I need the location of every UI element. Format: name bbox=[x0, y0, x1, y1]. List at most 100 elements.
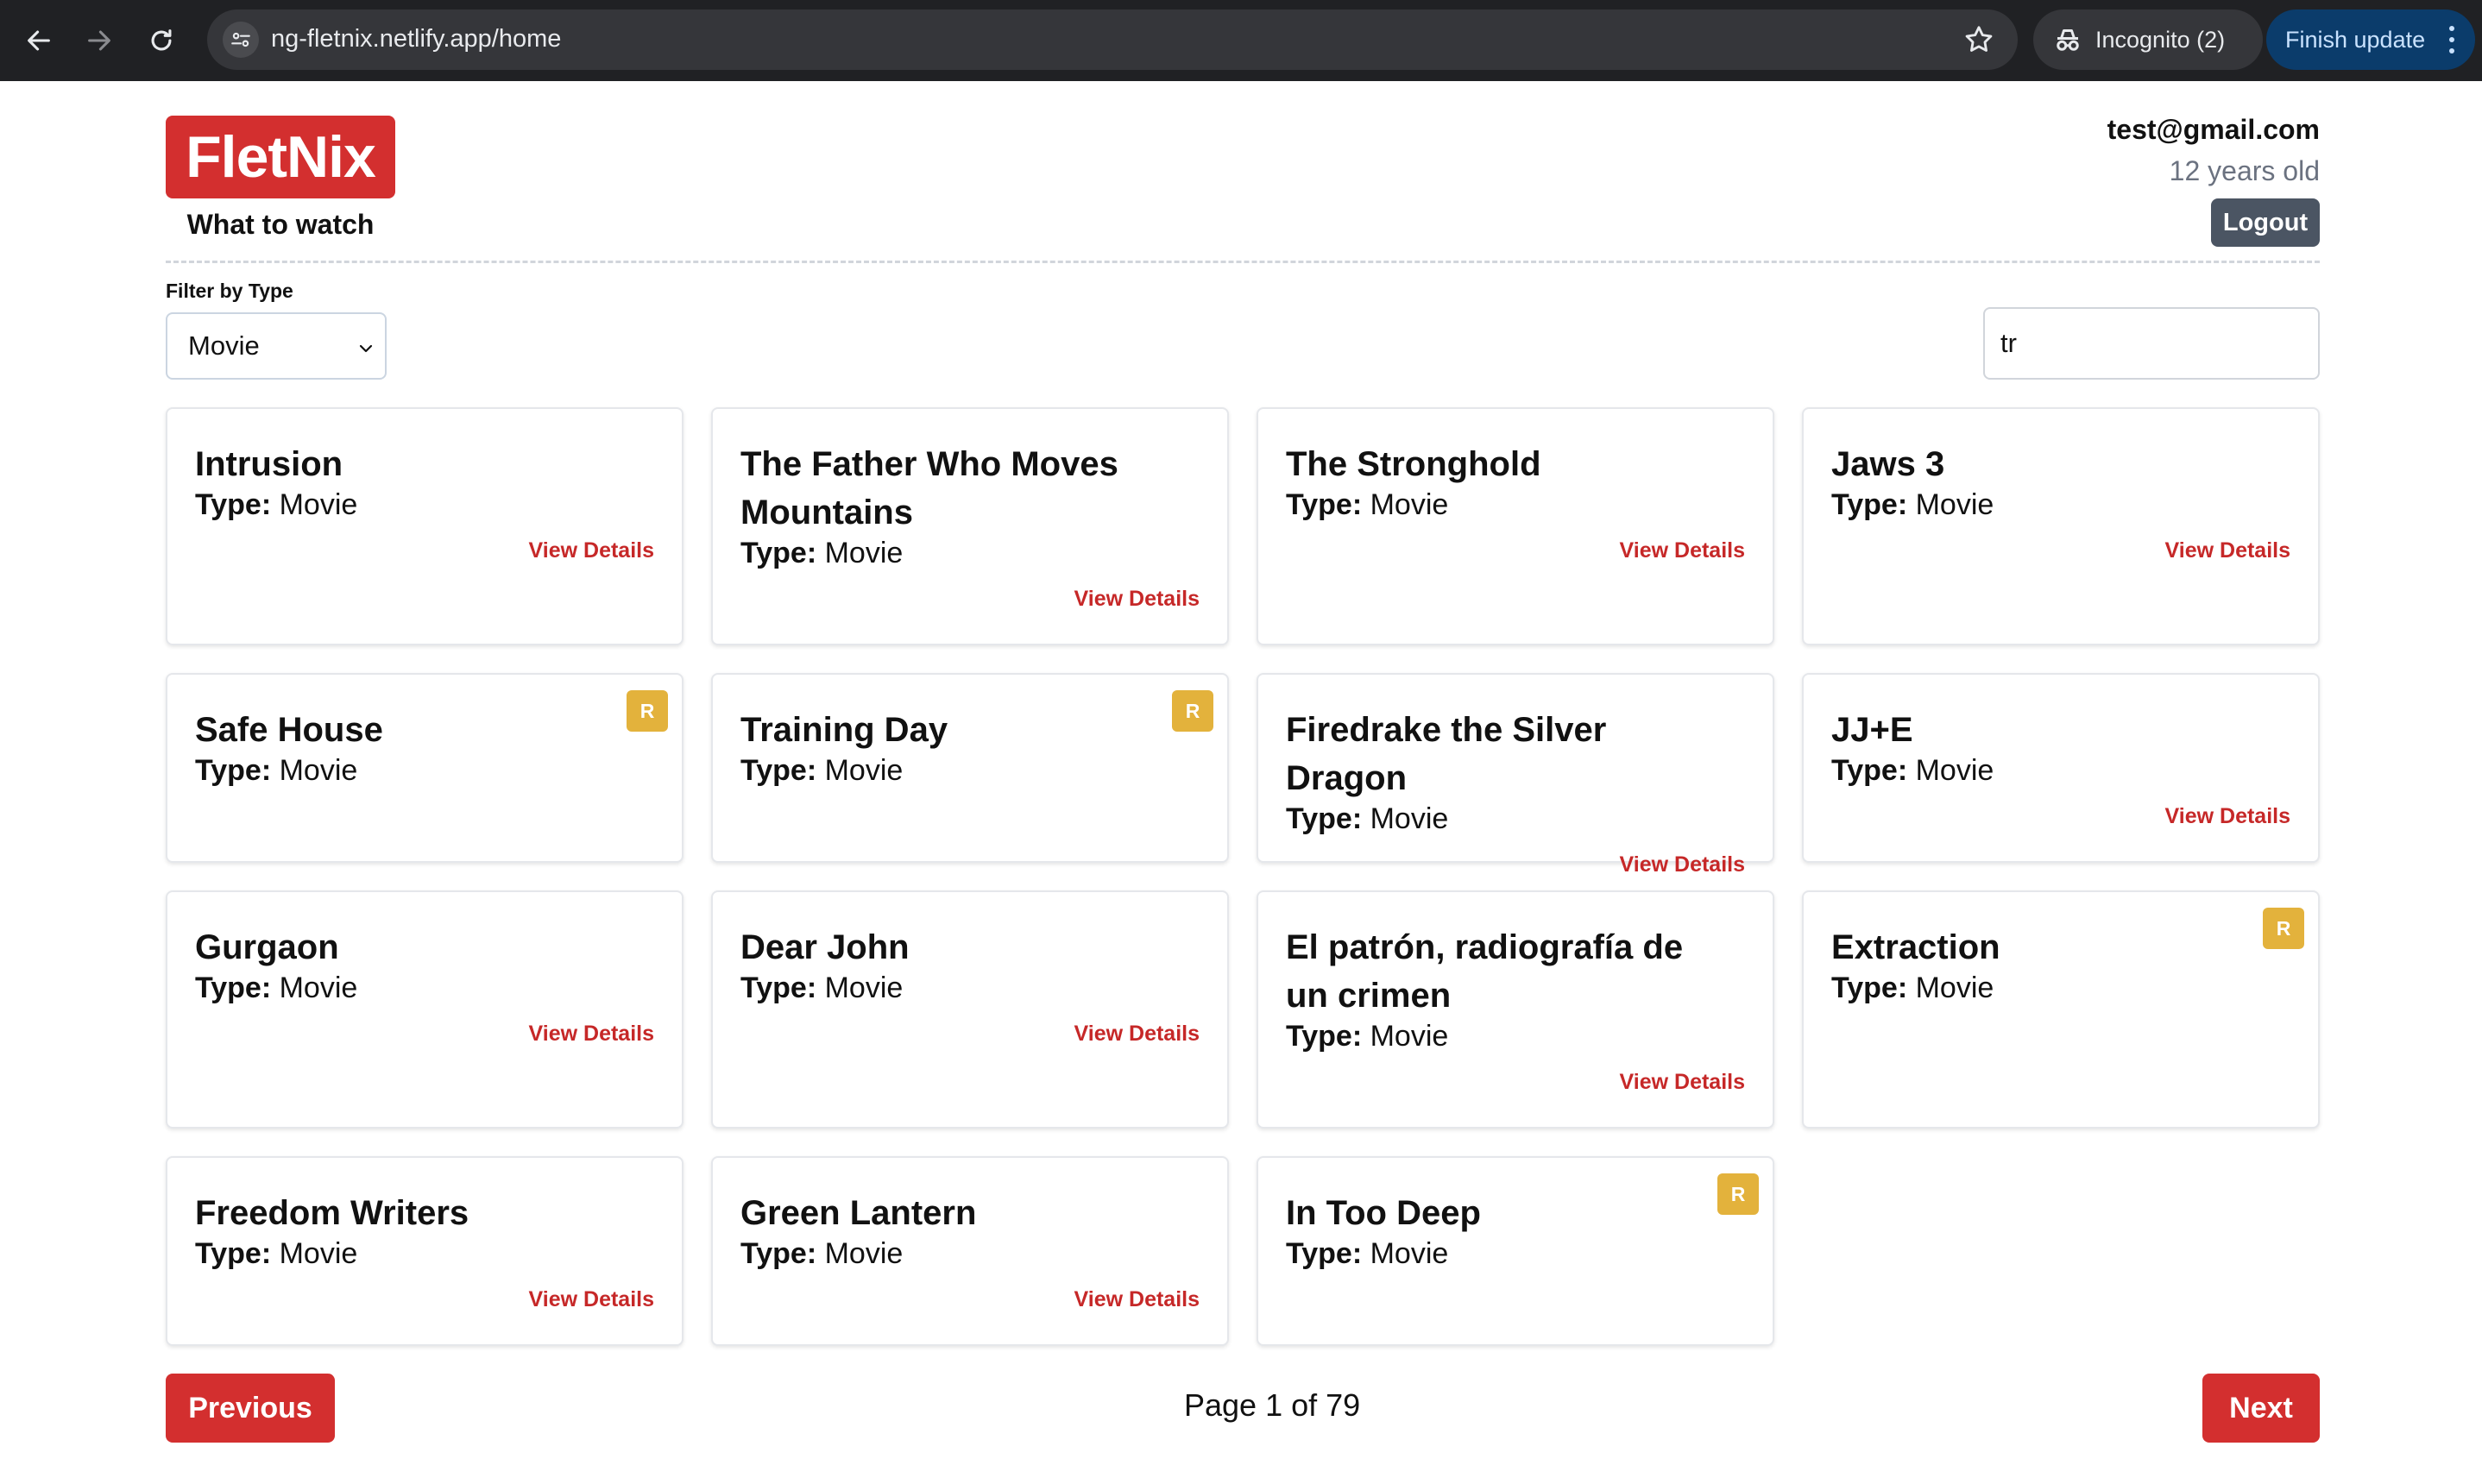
type-filter-value: Movie bbox=[188, 330, 260, 361]
view-details-link[interactable]: View Details bbox=[1074, 587, 1200, 612]
view-details-link[interactable]: View Details bbox=[1074, 1287, 1200, 1312]
finish-update-button[interactable]: Finish update bbox=[2266, 9, 2475, 70]
title-card[interactable]: Gurgaon Type: Movie View Details bbox=[166, 890, 683, 1129]
title-card[interactable]: In Too Deep Type: Movie R bbox=[1257, 1156, 1774, 1346]
view-details-link[interactable]: View Details bbox=[1074, 1022, 1200, 1047]
next-button[interactable]: Next bbox=[2202, 1374, 2320, 1443]
tagline: What to watch bbox=[186, 209, 375, 240]
title-card[interactable]: The Father Who Moves Mountains Type: Movi… bbox=[711, 407, 1229, 645]
title-card[interactable]: Jaws 3 Type: Movie View Details bbox=[1802, 407, 2320, 645]
rating-badge: R bbox=[1172, 690, 1213, 732]
card-type: Type: Movie bbox=[1286, 1237, 1448, 1271]
card-type-label: Type: bbox=[1831, 754, 1908, 787]
title-card[interactable]: Green Lantern Type: Movie View Details bbox=[711, 1156, 1229, 1346]
bookmark-star-icon[interactable] bbox=[1962, 23, 1995, 56]
card-title: Intrusion bbox=[195, 445, 343, 483]
reload-button[interactable] bbox=[140, 19, 183, 62]
card-type: Type: Movie bbox=[1831, 488, 1994, 522]
previous-button[interactable]: Previous bbox=[166, 1374, 335, 1443]
site-settings-icon[interactable] bbox=[223, 22, 259, 58]
rating-badge: R bbox=[2263, 908, 2304, 949]
header-divider bbox=[166, 261, 2320, 263]
card-type: Type: Movie bbox=[195, 1237, 357, 1271]
card-title: El patrón, radiografía de un crimen bbox=[1286, 928, 1684, 1015]
card-type-value: Movie bbox=[279, 754, 358, 787]
view-details-link[interactable]: View Details bbox=[529, 1022, 654, 1047]
chevron-down-icon bbox=[359, 344, 373, 353]
title-card[interactable]: El patrón, radiografía de un crimen Type:… bbox=[1257, 890, 1774, 1129]
rating-badge: R bbox=[1717, 1173, 1759, 1215]
card-title: The Father Who Moves Mountains bbox=[740, 445, 1118, 531]
logout-button[interactable]: Logout bbox=[2211, 198, 2320, 247]
back-arrow-icon bbox=[28, 30, 50, 51]
card-type-label: Type: bbox=[1831, 488, 1908, 521]
card-type: Type: Movie bbox=[740, 972, 903, 1005]
incognito-indicator[interactable]: Incognito (2) bbox=[2033, 9, 2263, 70]
card-type-label: Type: bbox=[1286, 802, 1363, 835]
incognito-label: Incognito (2) bbox=[2095, 26, 2226, 53]
browser-toolbar: ng-fletnix.netlify.app/home Incognito (2… bbox=[0, 0, 2482, 81]
title-card[interactable]: Safe House Type: Movie R bbox=[166, 673, 683, 863]
card-type-value: Movie bbox=[1370, 1020, 1449, 1053]
title-card[interactable]: Freedom Writers Type: Movie View Details bbox=[166, 1156, 683, 1346]
view-details-link[interactable]: View Details bbox=[1620, 852, 1745, 877]
title-card[interactable]: Training Day Type: Movie R bbox=[711, 673, 1229, 863]
card-title: Safe House bbox=[195, 711, 383, 749]
card-type-value: Movie bbox=[1370, 802, 1449, 835]
title-card[interactable]: The Stronghold Type: Movie View Details bbox=[1257, 407, 1774, 645]
card-type-label: Type: bbox=[195, 754, 272, 787]
search-input[interactable]: tr bbox=[1983, 307, 2320, 380]
card-type: Type: Movie bbox=[1286, 1020, 1448, 1053]
card-type-value: Movie bbox=[1915, 754, 1994, 787]
card-type-value: Movie bbox=[279, 488, 358, 521]
card-type-label: Type: bbox=[740, 972, 817, 1004]
title-card[interactable]: JJ+E Type: Movie View Details bbox=[1802, 673, 2320, 863]
card-title: The Stronghold bbox=[1286, 445, 1541, 483]
title-card[interactable]: Extraction Type: Movie R bbox=[1802, 890, 2320, 1129]
page-info: Page 1 of 79 bbox=[1184, 1387, 1361, 1423]
view-details-link[interactable]: View Details bbox=[2165, 804, 2290, 829]
card-type-label: Type: bbox=[740, 754, 817, 787]
view-details-link[interactable]: View Details bbox=[529, 538, 654, 563]
view-details-link[interactable]: View Details bbox=[529, 1287, 654, 1312]
card-type-value: Movie bbox=[824, 754, 904, 787]
card-type: Type: Movie bbox=[740, 754, 903, 788]
title-card[interactable]: Dear John Type: Movie View Details bbox=[711, 890, 1229, 1129]
view-details-link[interactable]: View Details bbox=[2165, 538, 2290, 563]
title-card[interactable]: Intrusion Type: Movie View Details bbox=[166, 407, 683, 645]
card-type: Type: Movie bbox=[740, 1237, 903, 1271]
card-title: JJ+E bbox=[1831, 711, 1913, 749]
card-type-label: Type: bbox=[195, 488, 272, 521]
user-email: test@gmail.com bbox=[2107, 114, 2320, 145]
card-type: Type: Movie bbox=[1831, 754, 1994, 788]
card-type-value: Movie bbox=[1915, 488, 1994, 521]
forward-button[interactable] bbox=[78, 19, 121, 62]
card-title: Firedrake the Silver Dragon bbox=[1286, 711, 1607, 797]
card-type-value: Movie bbox=[1370, 488, 1449, 521]
view-details-link[interactable]: View Details bbox=[1620, 1070, 1745, 1095]
incognito-icon bbox=[2057, 29, 2079, 51]
card-type-value: Movie bbox=[1370, 1237, 1449, 1270]
filter-type-label: Filter by Type bbox=[166, 280, 293, 302]
card-type-value: Movie bbox=[279, 972, 358, 1004]
card-type-value: Movie bbox=[279, 1237, 358, 1270]
user-age: 12 years old bbox=[2169, 155, 2320, 186]
finish-update-label: Finish update bbox=[2285, 26, 2426, 53]
address-bar[interactable]: ng-fletnix.netlify.app/home bbox=[207, 9, 2018, 70]
card-title: Jaws 3 bbox=[1831, 445, 1945, 483]
card-type: Type: Movie bbox=[195, 488, 357, 522]
back-button[interactable] bbox=[17, 19, 60, 62]
card-title: In Too Deep bbox=[1286, 1194, 1481, 1232]
card-type: Type: Movie bbox=[1286, 802, 1448, 836]
view-details-link[interactable]: View Details bbox=[1620, 538, 1745, 563]
card-title: Extraction bbox=[1831, 928, 2000, 966]
fletnix-logo[interactable]: FletNix bbox=[166, 116, 395, 198]
card-type-value: Movie bbox=[824, 1237, 904, 1270]
card-type: Type: Movie bbox=[1286, 488, 1448, 522]
card-type: Type: Movie bbox=[740, 537, 903, 570]
url-text: ng-fletnix.netlify.app/home bbox=[271, 25, 562, 53]
type-filter-select[interactable]: Movie bbox=[166, 312, 387, 380]
card-type-label: Type: bbox=[740, 1237, 817, 1270]
card-type-label: Type: bbox=[740, 537, 817, 569]
title-card[interactable]: Firedrake the Silver Dragon Type: Movie Vi… bbox=[1257, 673, 1774, 877]
